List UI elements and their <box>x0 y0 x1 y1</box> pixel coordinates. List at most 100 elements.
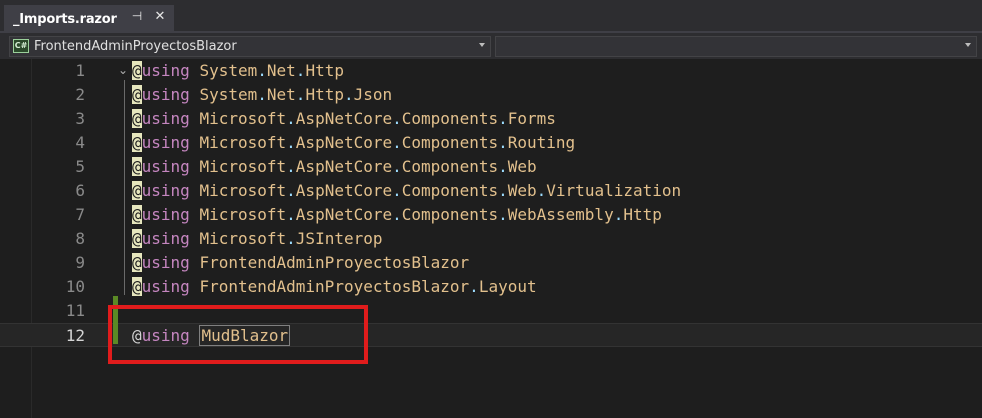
namespace-dot: . <box>286 205 296 224</box>
namespace-segment: Net <box>266 61 296 80</box>
namespace-name: Microsoft.AspNetCore.Components.Routing <box>199 133 575 152</box>
code-line[interactable]: 5 @using Microsoft.AspNetCore.Components.… <box>0 155 982 179</box>
using-keyword: using <box>141 109 190 128</box>
namespace-segment: AspNetCore <box>295 133 393 152</box>
csharp-project-icon: C# <box>13 39 29 53</box>
using-keyword: using <box>141 229 190 248</box>
code-text: @using Microsoft.AspNetCore.Components.W… <box>132 203 662 227</box>
namespace-segment: Microsoft <box>199 157 287 176</box>
code-line[interactable]: 8 @using Microsoft.JSInterop <box>0 227 982 251</box>
code-line[interactable]: 9 @using FrontendAdminProyectosBlazor <box>0 251 982 275</box>
namespace-name: FrontendAdminProyectosBlazor <box>199 253 469 272</box>
namespace-segment: Microsoft <box>199 181 287 200</box>
using-keyword: using <box>141 133 190 152</box>
namespace-name: Microsoft.AspNetCore.Components.Forms <box>199 109 555 128</box>
namespace-segment: Components <box>401 109 499 128</box>
namespace-segment: Microsoft <box>199 229 287 248</box>
namespace-segment: AspNetCore <box>295 157 393 176</box>
code-line[interactable]: 1 @using System.Net.Http <box>0 59 982 83</box>
line-number: 1 <box>75 61 85 80</box>
namespace-segment: AspNetCore <box>295 109 393 128</box>
project-name: FrontendAdminProyectosBlazor <box>34 39 237 54</box>
namespace-segment: Virtualization <box>546 181 682 200</box>
line-number: 4 <box>75 133 85 152</box>
code-text: @using System.Net.Http <box>132 59 344 83</box>
chevron-down-icon <box>479 43 485 47</box>
namespace-segment: Components <box>401 181 499 200</box>
collapse-icon[interactable]: ⌄ <box>118 63 128 77</box>
document-tab-strip: _Imports.razor ⊣ ✕ <box>0 0 982 31</box>
line-number: 7 <box>75 205 85 224</box>
tab-title: _Imports.razor <box>13 11 117 27</box>
namespace-segment: Components <box>401 205 499 224</box>
close-icon[interactable]: ✕ <box>153 8 167 24</box>
namespace-segment: Http <box>623 205 662 224</box>
line-number: 9 <box>75 253 85 272</box>
namespace-name: System.Net.Http.Json <box>199 85 392 104</box>
namespace-segment: Http <box>305 61 344 80</box>
line-number: 3 <box>75 109 85 128</box>
namespace-name: System.Net.Http <box>199 61 344 80</box>
namespace-dot: . <box>257 85 267 104</box>
member-dropdown[interactable] <box>495 36 977 57</box>
namespace-dot: . <box>613 205 624 224</box>
namespace-dot: . <box>295 85 306 104</box>
line-number: 11 <box>65 301 85 320</box>
namespace-dot: . <box>469 277 479 296</box>
namespace-dot: . <box>286 157 296 176</box>
namespace-name: Microsoft.AspNetCore.Components.WebAssem… <box>199 205 661 224</box>
razor-at-symbol: @ <box>132 157 142 176</box>
using-keyword: using <box>141 253 190 272</box>
namespace-segment: AspNetCore <box>295 181 393 200</box>
razor-at-symbol: @ <box>132 133 142 152</box>
namespace-dot: . <box>392 109 402 128</box>
code-line[interactable]: 6 @using Microsoft.AspNetCore.Components.… <box>0 179 982 203</box>
namespace-dot: . <box>392 133 402 152</box>
code-line[interactable]: 3 @using Microsoft.AspNetCore.Components.… <box>0 107 982 131</box>
project-dropdown[interactable]: C# FrontendAdminProyectosBlazor <box>9 36 491 57</box>
namespace-segment: Microsoft <box>199 205 287 224</box>
namespace-dot: . <box>286 229 296 248</box>
namespace-segment: Routing <box>507 133 576 152</box>
namespace-name: FrontendAdminProyectosBlazor.Layout <box>199 277 536 296</box>
namespace-dot: . <box>286 133 296 152</box>
namespace-name: Microsoft.AspNetCore.Components.Web.Virt… <box>199 181 681 200</box>
namespace-dot: . <box>498 205 508 224</box>
pin-icon[interactable]: ⊣ <box>130 9 144 23</box>
code-line[interactable]: 4 @using Microsoft.AspNetCore.Components.… <box>0 131 982 155</box>
code-text: @using Microsoft.AspNetCore.Components.W… <box>132 155 537 179</box>
namespace-segment: FrontendAdminProyectosBlazor <box>199 277 470 296</box>
namespace-dot: . <box>286 109 296 128</box>
namespace-dot: . <box>295 61 306 80</box>
namespace-segment: Microsoft <box>199 109 287 128</box>
code-line[interactable]: 2 @using System.Net.Http.Json <box>0 83 982 107</box>
namespace-dot: . <box>498 133 508 152</box>
namespace-segment: WebAssembly <box>507 205 614 224</box>
namespace-segment: System <box>199 61 258 80</box>
namespace-dot: . <box>392 157 402 176</box>
using-keyword: using <box>141 277 190 296</box>
razor-at-symbol: @ <box>132 229 142 248</box>
namespace-dot: . <box>257 61 267 80</box>
razor-at-symbol: @ <box>132 109 142 128</box>
razor-at-symbol: @ <box>132 253 142 272</box>
tab-imports-razor[interactable]: _Imports.razor ⊣ ✕ <box>4 5 174 31</box>
line-number: 12 <box>65 326 85 345</box>
namespace-segment: Web <box>507 181 537 200</box>
code-line[interactable]: 7 @using Microsoft.AspNetCore.Components.… <box>0 203 982 227</box>
code-editor[interactable]: 1 @using System.Net.Http 2 @using System.Ne… <box>0 59 982 418</box>
namespace-segment: Forms <box>507 109 556 128</box>
using-keyword: using <box>141 61 190 80</box>
using-keyword: using <box>141 157 190 176</box>
line-number: 6 <box>75 181 85 200</box>
code-line[interactable]: 10 @using FrontendAdminProyectosBlazor.La… <box>0 275 982 299</box>
namespace-dot: . <box>498 181 508 200</box>
line-number: 8 <box>75 229 85 248</box>
line-number: 10 <box>65 277 85 296</box>
namespace-segment: Json <box>353 85 393 104</box>
chevron-down-icon <box>965 43 971 47</box>
namespace-segment: JSInterop <box>295 229 383 248</box>
code-text: @using Microsoft.AspNetCore.Components.W… <box>132 179 681 203</box>
namespace-dot: . <box>498 109 508 128</box>
namespace-segment: Web <box>507 157 537 176</box>
